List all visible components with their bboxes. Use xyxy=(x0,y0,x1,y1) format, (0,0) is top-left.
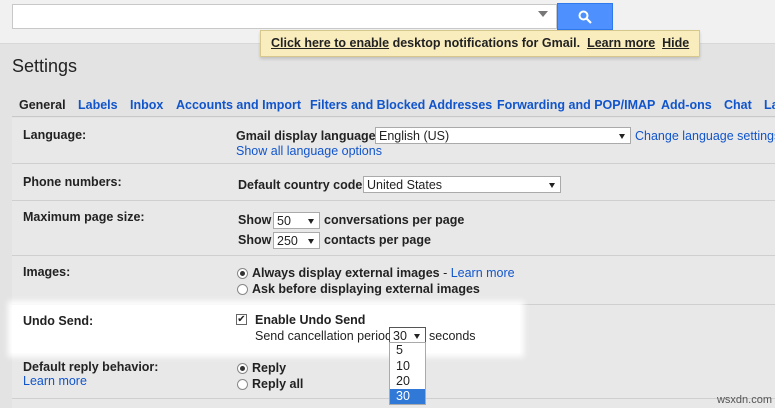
tab-add-ons[interactable]: Add-ons xyxy=(661,98,712,112)
reply-learn-more-link[interactable]: Learn more xyxy=(23,374,87,388)
tab-chat[interactable]: Chat xyxy=(724,98,752,112)
tab-forwarding[interactable]: Forwarding and POP/IMAP xyxy=(497,98,655,112)
dropdown-option-10[interactable]: 10 xyxy=(390,359,425,374)
contacts-per-page-select[interactable]: 250 xyxy=(273,232,320,249)
display-language-select[interactable]: English (US) xyxy=(375,127,631,144)
tab-labs[interactable]: La xyxy=(764,98,775,112)
display-language-value: English (US) xyxy=(379,129,450,143)
change-language-settings-link[interactable]: Change language settings xyxy=(635,129,775,143)
ask-before-displaying-label: Ask before displaying external images xyxy=(252,282,480,296)
contacts-per-page-label: contacts per page xyxy=(324,233,431,247)
search-options-chevron-icon[interactable] xyxy=(538,11,548,17)
phone-numbers-label: Phone numbers: xyxy=(23,175,122,189)
dropdown-option-20[interactable]: 20 xyxy=(390,374,425,389)
enable-undo-send-label: Enable Undo Send xyxy=(255,313,366,327)
ask-before-displaying-radio[interactable] xyxy=(237,284,248,295)
country-code-label: Default country code: xyxy=(238,178,367,192)
display-language-label: Gmail display language: xyxy=(236,129,380,143)
undo-send-label: Undo Send: xyxy=(23,314,94,328)
tab-inbox[interactable]: Inbox xyxy=(130,98,163,112)
row-divider xyxy=(12,200,775,201)
page-title: Settings xyxy=(12,56,78,76)
seconds-label: seconds xyxy=(429,329,476,343)
row-divider xyxy=(12,163,775,164)
reply-radio[interactable] xyxy=(237,363,248,374)
search-icon xyxy=(578,10,592,24)
chevron-down-icon xyxy=(549,183,555,188)
always-display-images-label: Always display external images xyxy=(252,266,440,280)
tab-filters[interactable]: Filters and Blocked Addresses xyxy=(310,98,492,112)
reply-all-label: Reply all xyxy=(252,377,304,391)
notification-bar: Click here to enable desktop notificatio… xyxy=(260,30,701,57)
show-label: Show xyxy=(238,233,272,247)
chevron-down-icon xyxy=(414,334,420,339)
language-label: Language: xyxy=(23,128,87,142)
conversations-per-page-select[interactable]: 50 xyxy=(273,212,320,229)
watermark: wsxdn.com xyxy=(716,394,772,406)
show-label: Show xyxy=(238,213,272,227)
tab-general[interactable]: General xyxy=(19,98,66,112)
chevron-down-icon xyxy=(619,134,625,139)
tab-accounts-and-import[interactable]: Accounts and Import xyxy=(176,98,301,112)
dropdown-option-5[interactable]: 5 xyxy=(390,343,425,358)
enable-notifications-link[interactable]: Click here to enable xyxy=(271,36,389,50)
search-button[interactable] xyxy=(557,3,613,30)
show-all-language-options-link[interactable]: Show all language options xyxy=(236,144,382,158)
cancellation-period-value: 30 xyxy=(393,329,407,343)
country-code-value: United States xyxy=(367,178,443,192)
settings-tabs: General Labels Inbox Accounts and Import… xyxy=(0,94,775,118)
images-label: Images: xyxy=(23,265,71,279)
search-input[interactable] xyxy=(12,4,557,29)
notification-hide-link[interactable]: Hide xyxy=(662,36,689,50)
notification-text: desktop notifications for Gmail. xyxy=(389,36,581,50)
cancellation-period-label: Send cancellation period: xyxy=(255,329,396,343)
chevron-down-icon xyxy=(308,239,314,244)
conversations-per-page-value: 50 xyxy=(277,214,291,228)
images-learn-more-link[interactable]: Learn more xyxy=(451,266,515,280)
always-display-images-radio[interactable] xyxy=(237,268,248,279)
tab-labels[interactable]: Labels xyxy=(78,98,118,112)
chevron-down-icon xyxy=(308,219,314,224)
cancellation-period-dropdown: 5 10 20 30 xyxy=(389,342,426,405)
reply-all-radio[interactable] xyxy=(237,379,248,390)
notification-learn-more-link[interactable]: Learn more xyxy=(587,36,655,50)
always-display-images-option: Always display external images - Learn m… xyxy=(252,266,515,280)
contacts-per-page-value: 250 xyxy=(277,234,298,248)
reply-label: Reply xyxy=(252,361,287,375)
dropdown-option-30[interactable]: 30 xyxy=(390,389,425,404)
dash-separator: - xyxy=(439,266,451,280)
row-divider xyxy=(12,255,775,256)
tabs-divider xyxy=(12,116,775,117)
conversations-per-page-label: conversations per page xyxy=(324,213,465,227)
country-code-select[interactable]: United States xyxy=(363,176,561,193)
enable-undo-send-checkbox[interactable]: ✔ xyxy=(236,314,247,325)
default-reply-label: Default reply behavior: xyxy=(23,360,159,374)
max-page-size-label: Maximum page size: xyxy=(23,210,145,224)
